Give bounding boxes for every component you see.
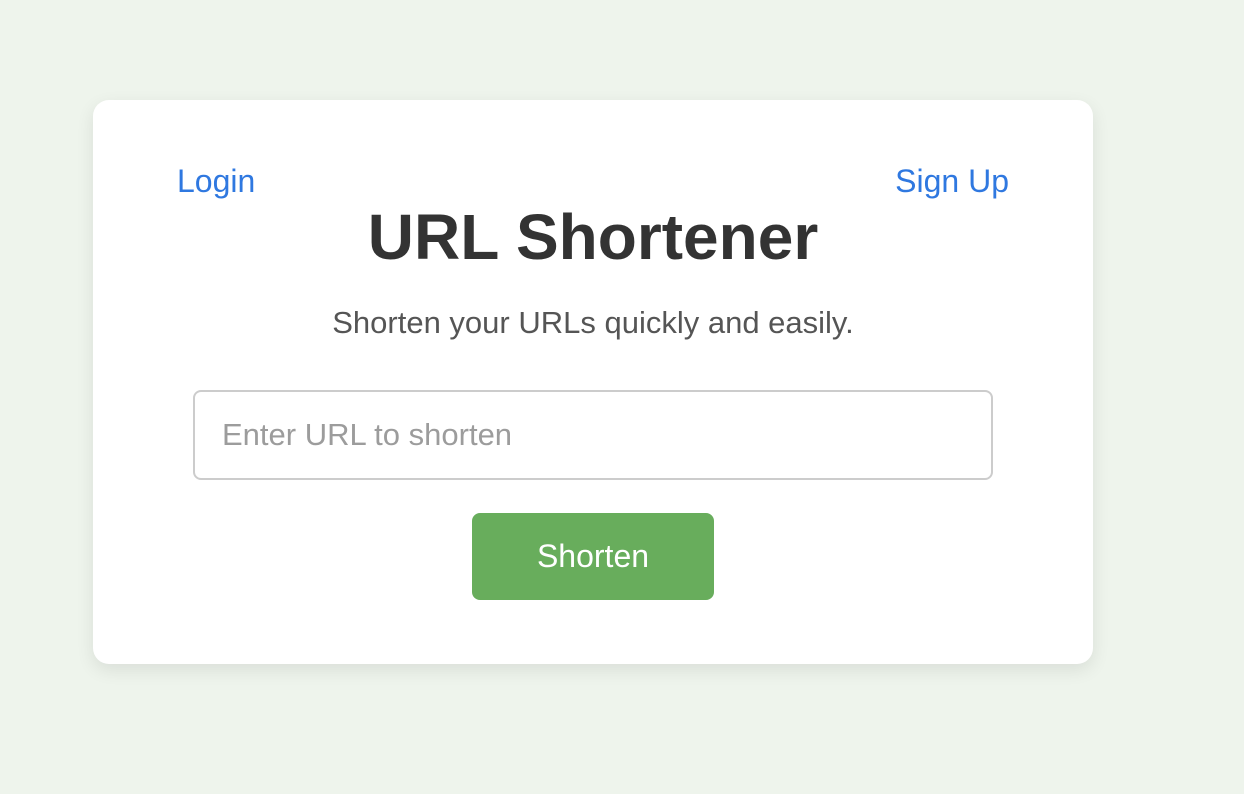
url-input[interactable] (193, 390, 993, 480)
shorten-button[interactable]: Shorten (472, 513, 714, 600)
signup-link[interactable]: Sign Up (895, 162, 1009, 200)
shortener-card: Login Sign Up URL Shortener Shorten your… (93, 100, 1093, 664)
login-link[interactable]: Login (177, 162, 255, 200)
page-title: URL Shortener (367, 201, 819, 273)
page-subtitle: Shorten your URLs quickly and easily. (332, 305, 854, 340)
